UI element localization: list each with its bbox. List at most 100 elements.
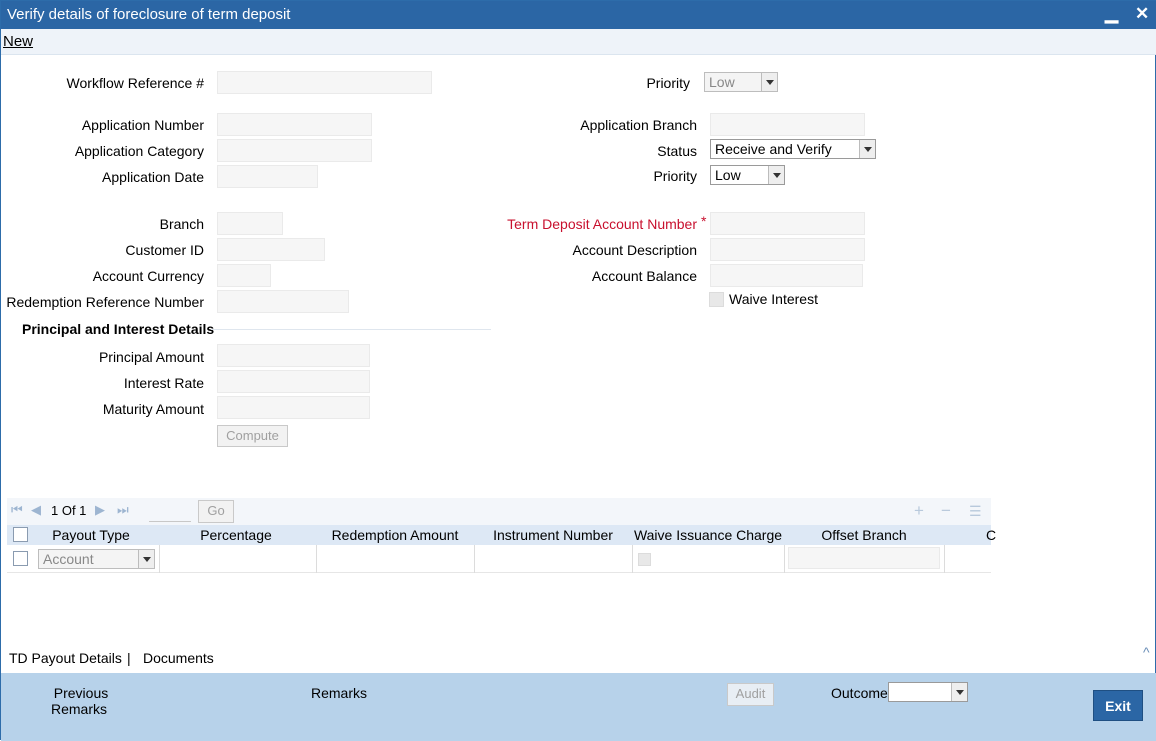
principal-amount-label: Principal Amount <box>98 349 204 365</box>
waive-interest-checkbox[interactable] <box>709 292 724 307</box>
column-header[interactable]: Instrument Number <box>474 527 632 543</box>
payout-type-select[interactable]: Account <box>38 549 155 569</box>
tab-separator: | <box>127 650 131 666</box>
collapse-icon[interactable]: ^ <box>1143 644 1150 660</box>
branch-field[interactable] <box>217 212 283 235</box>
principal-amount-field[interactable] <box>217 344 370 367</box>
principal-section-title: Principal and Interest Details <box>22 321 215 337</box>
column-divider <box>159 545 160 573</box>
waive-issuance-checkbox[interactable] <box>638 553 651 566</box>
minimize-icon[interactable]: ▁ <box>1105 4 1118 24</box>
select-all-checkbox[interactable] <box>13 527 28 542</box>
application-priority-label: Priority <box>653 168 697 184</box>
account-description-field[interactable] <box>710 238 865 261</box>
window-title: Verify details of foreclosure of term de… <box>7 6 291 23</box>
column-header[interactable]: Percentage <box>159 527 313 543</box>
column-header[interactable]: Waive Issuance Charge <box>632 527 784 543</box>
chevron-down-icon <box>138 550 154 568</box>
menu-bar: New <box>1 29 1156 55</box>
td-account-label: Term Deposit Account Number <box>507 216 697 232</box>
previous-remarks-label-line1: Previous <box>53 685 109 701</box>
workflow-ref-field[interactable] <box>217 71 432 94</box>
exit-button[interactable]: Exit <box>1093 690 1143 721</box>
application-number-field[interactable] <box>217 113 372 136</box>
go-button[interactable]: Go <box>198 500 234 523</box>
new-menu-link[interactable]: New <box>3 33 33 50</box>
chevron-down-icon <box>761 73 777 91</box>
grid-toolbar: ⏮ ◀ 1 Of 1 ▶ ⏭ Go + − ☰ <box>7 498 991 525</box>
close-icon[interactable]: ✕ <box>1135 4 1149 24</box>
redemption-ref-field[interactable] <box>217 290 349 313</box>
td-account-field[interactable] <box>710 212 865 235</box>
first-page-icon[interactable]: ⏮ <box>11 502 23 518</box>
payout-type-value: Account <box>43 551 94 567</box>
workflow-ref-label: Workflow Reference # <box>66 75 204 91</box>
account-currency-field[interactable] <box>217 264 271 287</box>
column-header[interactable]: Payout Type <box>37 527 145 543</box>
column-header[interactable]: Offset Branch <box>784 527 944 543</box>
chevron-down-icon <box>768 166 784 184</box>
offset-branch-field[interactable] <box>788 547 940 569</box>
branch-label: Branch <box>159 216 204 232</box>
interest-rate-field[interactable] <box>217 370 370 393</box>
application-date-field[interactable] <box>217 165 318 188</box>
outcome-select[interactable] <box>888 682 968 702</box>
column-divider <box>784 545 785 573</box>
status-label: Status <box>657 143 697 159</box>
application-category-label: Application Category <box>74 143 204 159</box>
redemption-ref-label: Redemption Reference Number <box>6 294 204 310</box>
tab-documents[interactable]: Documents <box>143 650 214 666</box>
maturity-amount-label: Maturity Amount <box>102 401 204 417</box>
remarks-label: Remarks <box>310 685 367 701</box>
application-branch-field[interactable] <box>710 113 865 136</box>
previous-page-icon[interactable]: ◀ <box>31 502 41 518</box>
column-divider <box>474 545 475 573</box>
waive-interest-label: Waive Interest <box>729 291 818 307</box>
maturity-amount-field[interactable] <box>217 396 370 419</box>
application-priority-select[interactable]: Low <box>710 165 785 185</box>
status-value: Receive and Verify <box>715 141 832 157</box>
application-date-label: Application Date <box>102 169 204 185</box>
sub-screen-tabs: TD Payout Details | Documents ^ <box>1 644 1156 673</box>
account-balance-field[interactable] <box>710 264 863 287</box>
required-marker: * <box>701 213 707 229</box>
audit-button[interactable]: Audit <box>727 683 774 706</box>
application-priority-value: Low <box>715 167 741 183</box>
interest-rate-label: Interest Rate <box>123 375 204 391</box>
header-priority-value: Low <box>709 74 735 90</box>
account-description-label: Account Description <box>572 242 697 258</box>
header-priority-label: Priority <box>646 75 690 91</box>
grid-header: Payout Type Percentage Redemption Amount… <box>7 525 996 545</box>
column-divider <box>316 545 317 573</box>
foreclosure-verify-window: Verify details of foreclosure of term de… <box>0 0 1156 741</box>
status-select[interactable]: Receive and Verify <box>710 139 876 159</box>
tab-td-payout-details[interactable]: TD Payout Details <box>9 650 122 666</box>
account-currency-label: Account Currency <box>92 268 204 284</box>
next-page-icon[interactable]: ▶ <box>95 502 105 518</box>
column-header[interactable]: C <box>986 527 996 543</box>
table-row: Account <box>7 545 991 573</box>
customer-id-field[interactable] <box>217 238 325 261</box>
account-balance-label: Account Balance <box>591 268 697 284</box>
column-header[interactable]: Redemption Amount <box>316 527 474 543</box>
application-branch-label: Application Branch <box>580 117 697 133</box>
header-priority-select[interactable]: Low <box>704 72 778 92</box>
title-bar: Verify details of foreclosure of term de… <box>1 1 1156 29</box>
row-checkbox[interactable] <box>13 551 28 566</box>
page-number-input[interactable] <box>149 501 191 522</box>
section-divider <box>211 329 491 330</box>
customer-id-label: Customer ID <box>125 242 204 258</box>
delete-row-icon[interactable]: − <box>941 501 951 521</box>
chevron-down-icon <box>859 140 875 158</box>
chevron-down-icon <box>951 683 967 701</box>
footer-bar: Previous Remarks Remarks Audit Outcome <box>1 673 1156 741</box>
application-number-label: Application Number <box>81 117 204 133</box>
outcome-label: Outcome <box>831 685 888 701</box>
column-divider <box>944 545 945 573</box>
add-row-icon[interactable]: + <box>914 501 924 521</box>
compute-button[interactable]: Compute <box>217 425 288 447</box>
page-indicator: 1 Of 1 <box>51 503 87 518</box>
view-row-icon[interactable]: ☰ <box>969 503 982 520</box>
last-page-icon[interactable]: ⏭ <box>117 502 129 518</box>
application-category-field[interactable] <box>217 139 372 162</box>
